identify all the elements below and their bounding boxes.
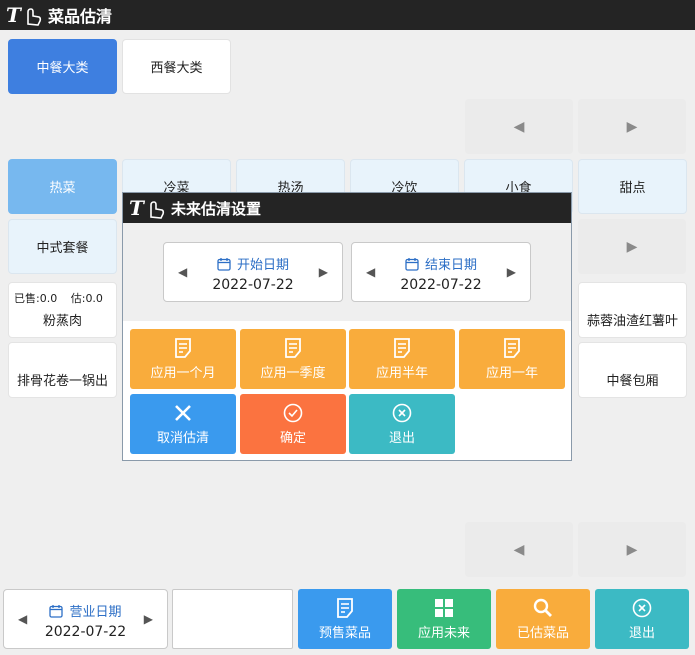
cancel-estimate-button[interactable]: 取消估清 (130, 394, 236, 454)
dish-name: 排骨花卷一锅出 (16, 374, 108, 389)
check-circle-icon (283, 403, 303, 423)
apply-one-year-button[interactable]: 应用一年 (459, 329, 565, 389)
subcategory-desserts[interactable]: 甜点 (578, 159, 687, 214)
exit-icon (632, 598, 652, 618)
business-date-label: 营业日期 (69, 605, 122, 620)
apply-one-month-button[interactable]: 应用一个月 (130, 329, 236, 389)
dish-page-prev-button[interactable]: ◀ (465, 522, 573, 577)
presale-dishes-button[interactable]: 预售菜品 (298, 589, 392, 649)
dialog-title: 未来估清设置 (171, 199, 262, 218)
svg-text:T: T (129, 197, 146, 219)
future-estimate-dialog: T 未来估清设置 ◀ 开始日期 2022-07-22 ▶ ◀ 结束日期 2022… (122, 192, 572, 461)
next-arrow-icon[interactable]: ▶ (319, 265, 328, 279)
app-logo-icon: T (129, 197, 165, 219)
calendar-icon (217, 257, 231, 271)
search-input[interactable] (172, 589, 293, 649)
dish-tile[interactable]: 已售:0.0 估:0.0 粉蒸肉 (8, 282, 117, 338)
title-bar: T 菜品估清 (0, 0, 695, 30)
next-arrow-icon: ▶ (626, 118, 638, 135)
end-date-picker[interactable]: ◀ 结束日期 2022-07-22 ▶ (351, 242, 531, 302)
subcategory-next-button[interactable]: ▶ (578, 99, 686, 154)
document-icon (504, 338, 520, 358)
close-icon (175, 405, 191, 421)
document-icon (337, 598, 353, 618)
next-arrow-icon[interactable]: ▶ (144, 612, 153, 626)
dialog-header: T 未来估清设置 (123, 193, 571, 223)
dish-tile[interactable]: 排骨花卷一锅出 (8, 342, 117, 398)
next-arrow-icon: ▶ (626, 238, 638, 255)
calendar-icon (49, 604, 64, 618)
prev-arrow-icon: ◀ (513, 118, 525, 135)
document-icon (175, 338, 191, 358)
dish-name: 中餐包厢 (606, 374, 659, 389)
next-arrow-icon: ▶ (626, 541, 638, 558)
exit-button[interactable]: 退出 (595, 589, 689, 649)
subcategory-prev-button[interactable]: ◀ (465, 99, 573, 154)
exit-icon (392, 403, 412, 423)
dialog-exit-button[interactable]: 退出 (349, 394, 455, 454)
dish-name: 粉蒸肉 (42, 314, 82, 329)
dish-tile[interactable]: 中餐包厢 (578, 342, 687, 398)
business-date-picker[interactable]: ◀ 营业日期 2022-07-22 ▶ (3, 589, 168, 649)
subcategory-hot-dishes[interactable]: 热菜 (8, 159, 117, 214)
confirm-button[interactable]: 确定 (240, 394, 346, 454)
estimated-dishes-button[interactable]: 已估菜品 (496, 589, 590, 649)
dish-page-next-button[interactable]: ▶ (578, 522, 686, 577)
app-title: 菜品估清 (48, 7, 113, 26)
apply-half-year-button[interactable]: 应用半年 (349, 329, 455, 389)
apply-one-quarter-button[interactable]: 应用一季度 (240, 329, 346, 389)
category-western[interactable]: 西餐大类 (122, 39, 231, 94)
footer-bar: ◀ 营业日期 2022-07-22 ▶ 预售菜品 应用未来 已估菜品 退出 (0, 583, 695, 655)
document-icon (285, 338, 301, 358)
dish-stats: 已售:0.0 估:0.0 (14, 292, 103, 305)
search-icon (533, 598, 552, 617)
dish-name: 蒜蓉油渣红薯叶 (586, 314, 678, 329)
dish-tile[interactable]: 蒜蓉油渣红薯叶 (578, 282, 687, 338)
dish-tile[interactable]: 中式套餐 (8, 219, 117, 274)
start-date-label: 开始日期 (236, 258, 289, 273)
svg-text:T: T (6, 4, 23, 26)
app-logo-icon: T (6, 4, 42, 26)
end-date-value: 2022-07-22 (400, 277, 482, 293)
end-date-label: 结束日期 (424, 258, 477, 273)
dish-next-button[interactable]: ▶ (578, 219, 686, 274)
grid-icon (435, 599, 453, 617)
start-date-picker[interactable]: ◀ 开始日期 2022-07-22 ▶ (163, 242, 343, 302)
business-date-value: 2022-07-22 (44, 624, 127, 640)
apply-future-button[interactable]: 应用未来 (397, 589, 491, 649)
category-chinese[interactable]: 中餐大类 (8, 39, 117, 94)
date-range-bar: ◀ 开始日期 2022-07-22 ▶ ◀ 结束日期 2022-07-22 ▶ (123, 223, 571, 321)
start-date-value: 2022-07-22 (212, 277, 294, 293)
next-arrow-icon[interactable]: ▶ (507, 265, 516, 279)
calendar-icon (405, 257, 419, 271)
document-icon (394, 338, 410, 358)
prev-arrow-icon: ◀ (513, 541, 525, 558)
